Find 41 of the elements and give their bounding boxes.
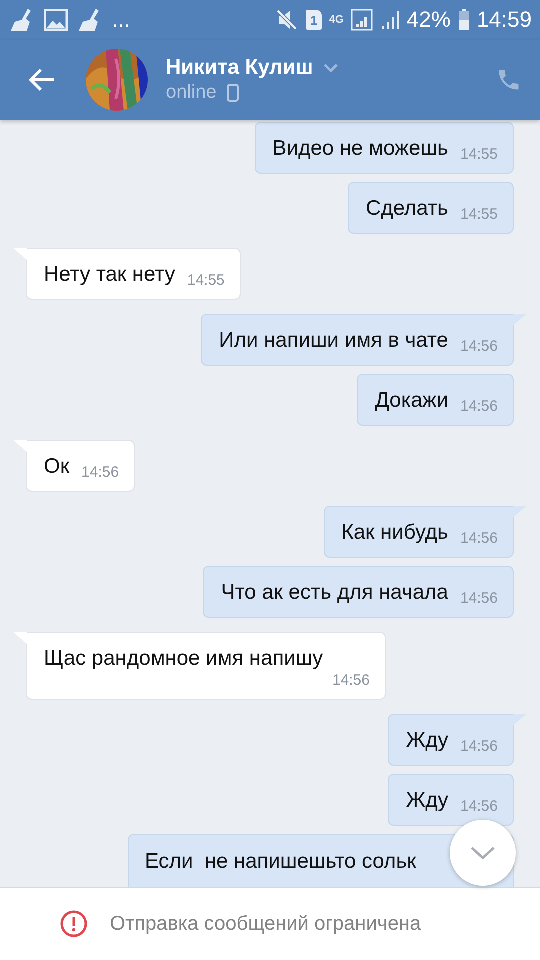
chevron-down-icon[interactable] xyxy=(470,846,496,860)
message-time: 14:56 xyxy=(82,464,120,482)
back-button[interactable] xyxy=(28,68,56,92)
warning-icon xyxy=(60,910,88,938)
message-time: 14:56 xyxy=(460,530,498,548)
signal-icon xyxy=(380,10,400,30)
message-text: Как нибудь xyxy=(342,520,448,546)
signal-icon xyxy=(350,9,373,31)
message-time: 14:56 xyxy=(460,738,498,756)
message-text: Ок xyxy=(44,454,70,480)
sim-badge: 1 xyxy=(306,10,322,30)
message-time: 14:56 xyxy=(460,590,498,608)
phone-icon xyxy=(226,84,239,102)
restriction-notice: Отправка сообщений ограничена xyxy=(110,912,422,936)
battery-percent: 42% xyxy=(406,7,451,33)
message-text: Сделать xyxy=(366,196,448,222)
mute-icon xyxy=(275,9,300,31)
message-time: 14:56 xyxy=(460,798,498,816)
message-time: 14:55 xyxy=(460,146,498,164)
chevron-down-icon xyxy=(323,63,340,73)
image-icon xyxy=(44,9,68,31)
message-time: 14:56 xyxy=(460,398,498,416)
message-text: Видео не можешь xyxy=(272,136,448,162)
message-time: 14:55 xyxy=(460,206,498,224)
clock: 14:59 xyxy=(476,7,532,33)
message-text: Щас рандомное имя напишу xyxy=(44,646,324,672)
message-time: 14:56 xyxy=(332,672,370,690)
network-label: 4G xyxy=(329,14,344,26)
message-time: 14:55 xyxy=(187,272,225,290)
contact-name: Никита Кулиш xyxy=(166,56,314,80)
message-text: Нету так нету xyxy=(44,262,176,288)
battery-icon xyxy=(458,9,470,31)
overflow-dots: ... xyxy=(112,7,130,33)
message-text: Докажи xyxy=(375,388,448,414)
message-text: Жду xyxy=(406,788,448,814)
message-time: 14:56 xyxy=(460,338,498,356)
message-text: Жду xyxy=(406,728,448,754)
online-status: online xyxy=(166,82,217,104)
message-text: Что ак есть для начала xyxy=(221,580,448,606)
message-text: Или напиши имя в чате xyxy=(219,328,448,354)
message-text: Если не напишешьто сольк xyxy=(145,849,416,875)
